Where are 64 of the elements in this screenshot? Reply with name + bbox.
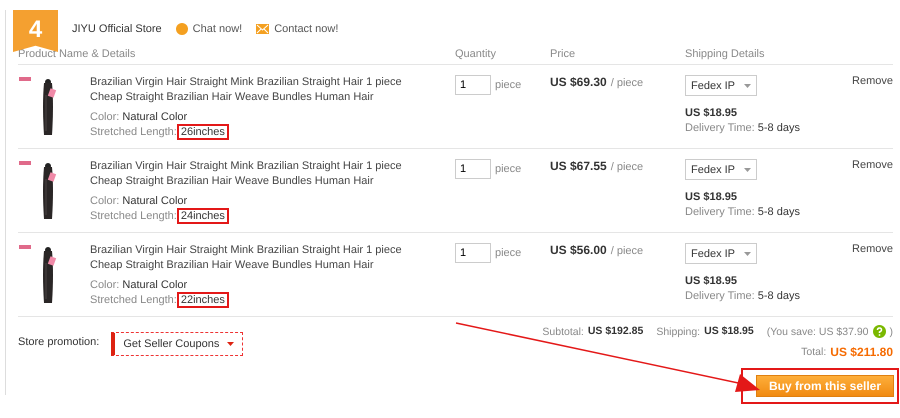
price-unit: / piece xyxy=(610,77,644,89)
delivery-value: 5-8 days xyxy=(758,122,800,134)
delivery-value: 5-8 days xyxy=(758,290,800,302)
total-label: Total: xyxy=(801,346,826,358)
column-header: Shipping Details xyxy=(685,48,766,62)
shipping-value: US $18.95 xyxy=(704,324,754,339)
price-unit: / piece xyxy=(610,161,644,173)
column-header: Quantity xyxy=(455,48,497,62)
price-unit: / piece xyxy=(610,245,644,257)
quantity-field[interactable]: 1 xyxy=(455,243,491,263)
length-value: 26inches xyxy=(176,124,229,140)
product-title[interactable]: Brazilian Virgin Hair Straight Mink Brazilian Straight Hair 1 piece Cheap Straight Brazilian Hair Weave Bundles Human Hair xyxy=(90,75,415,105)
unit-label: piece xyxy=(495,162,522,177)
product-title[interactable]: Brazilian Virgin Hair Straight Mink Brazilian Straight Hair 1 piece Cheap Straight Brazilian Hair Weave Bundles Human Hair xyxy=(90,159,415,189)
chat-link[interactable]: Chat now! xyxy=(176,23,242,35)
product-title[interactable]: Brazilian Virgin Hair Straight Mink Brazilian Straight Hair 1 piece Cheap Straight Brazilian Hair Weave Bundles Human Hair xyxy=(90,243,415,273)
length-label: Stretched Length: xyxy=(90,126,177,138)
subtotal-label: Subtotal: xyxy=(542,326,584,338)
delivery-label: Delivery Time: xyxy=(685,290,755,302)
savings-text: (You save: US $37.90 xyxy=(766,326,868,338)
savings-close: ) xyxy=(890,326,893,338)
delivery-label: Delivery Time: xyxy=(685,122,755,134)
caret-icon xyxy=(227,342,234,346)
length-value: 24inches xyxy=(176,208,229,224)
unit-label: piece xyxy=(495,78,522,93)
color-label: Color: xyxy=(90,111,120,123)
promotion-label: Store promotion: xyxy=(18,336,100,348)
price: US $69.30 xyxy=(550,75,607,89)
coupon-dropdown[interactable]: Get Seller Coupons xyxy=(111,332,244,356)
shipping-select[interactable]: Fedex IP xyxy=(685,159,757,180)
delivery-label: Delivery Time: xyxy=(685,206,755,218)
shipping-select[interactable]: Fedex IP xyxy=(685,243,757,264)
shipping-cost: US $18.95 xyxy=(685,106,738,121)
length-label: Stretched Length: xyxy=(90,210,177,222)
shipping-label: Shipping: xyxy=(656,326,700,338)
remove-link[interactable]: Remove xyxy=(852,159,893,171)
length-label: Stretched Length: xyxy=(90,294,177,306)
color-label: Color: xyxy=(90,195,120,207)
shipping-select[interactable]: Fedex IP xyxy=(685,75,757,96)
shipping-cost: US $18.95 xyxy=(685,274,738,289)
quantity-field[interactable]: 1 xyxy=(455,159,491,179)
color-value: Natural Color xyxy=(122,195,188,207)
quantity-field[interactable]: 1 xyxy=(455,75,491,95)
remove-link[interactable]: Remove xyxy=(852,243,893,255)
price: US $67.55 xyxy=(550,159,607,173)
price: US $56.00 xyxy=(550,243,607,257)
caret-icon xyxy=(744,168,751,172)
store-name: JIYU Official Store xyxy=(72,23,162,35)
column-header: Price xyxy=(550,48,576,62)
caret-icon xyxy=(744,84,751,88)
caret-icon xyxy=(744,252,751,256)
shipping-cost: US $18.95 xyxy=(685,190,738,205)
color-label: Color: xyxy=(90,279,120,291)
length-value: 22inches xyxy=(176,292,229,308)
unit-label: piece xyxy=(495,246,522,261)
remove-link[interactable]: Remove xyxy=(852,75,893,87)
color-value: Natural Color xyxy=(122,279,188,291)
contact-link[interactable]: Contact now! xyxy=(256,23,338,35)
total-value: US $211.80 xyxy=(830,345,893,359)
envelope-icon xyxy=(256,24,270,34)
delivery-value: 5-8 days xyxy=(758,206,800,218)
help-icon[interactable] xyxy=(872,325,886,338)
color-value: Natural Color xyxy=(122,111,188,123)
subtotal-value: US $192.85 xyxy=(588,324,644,339)
